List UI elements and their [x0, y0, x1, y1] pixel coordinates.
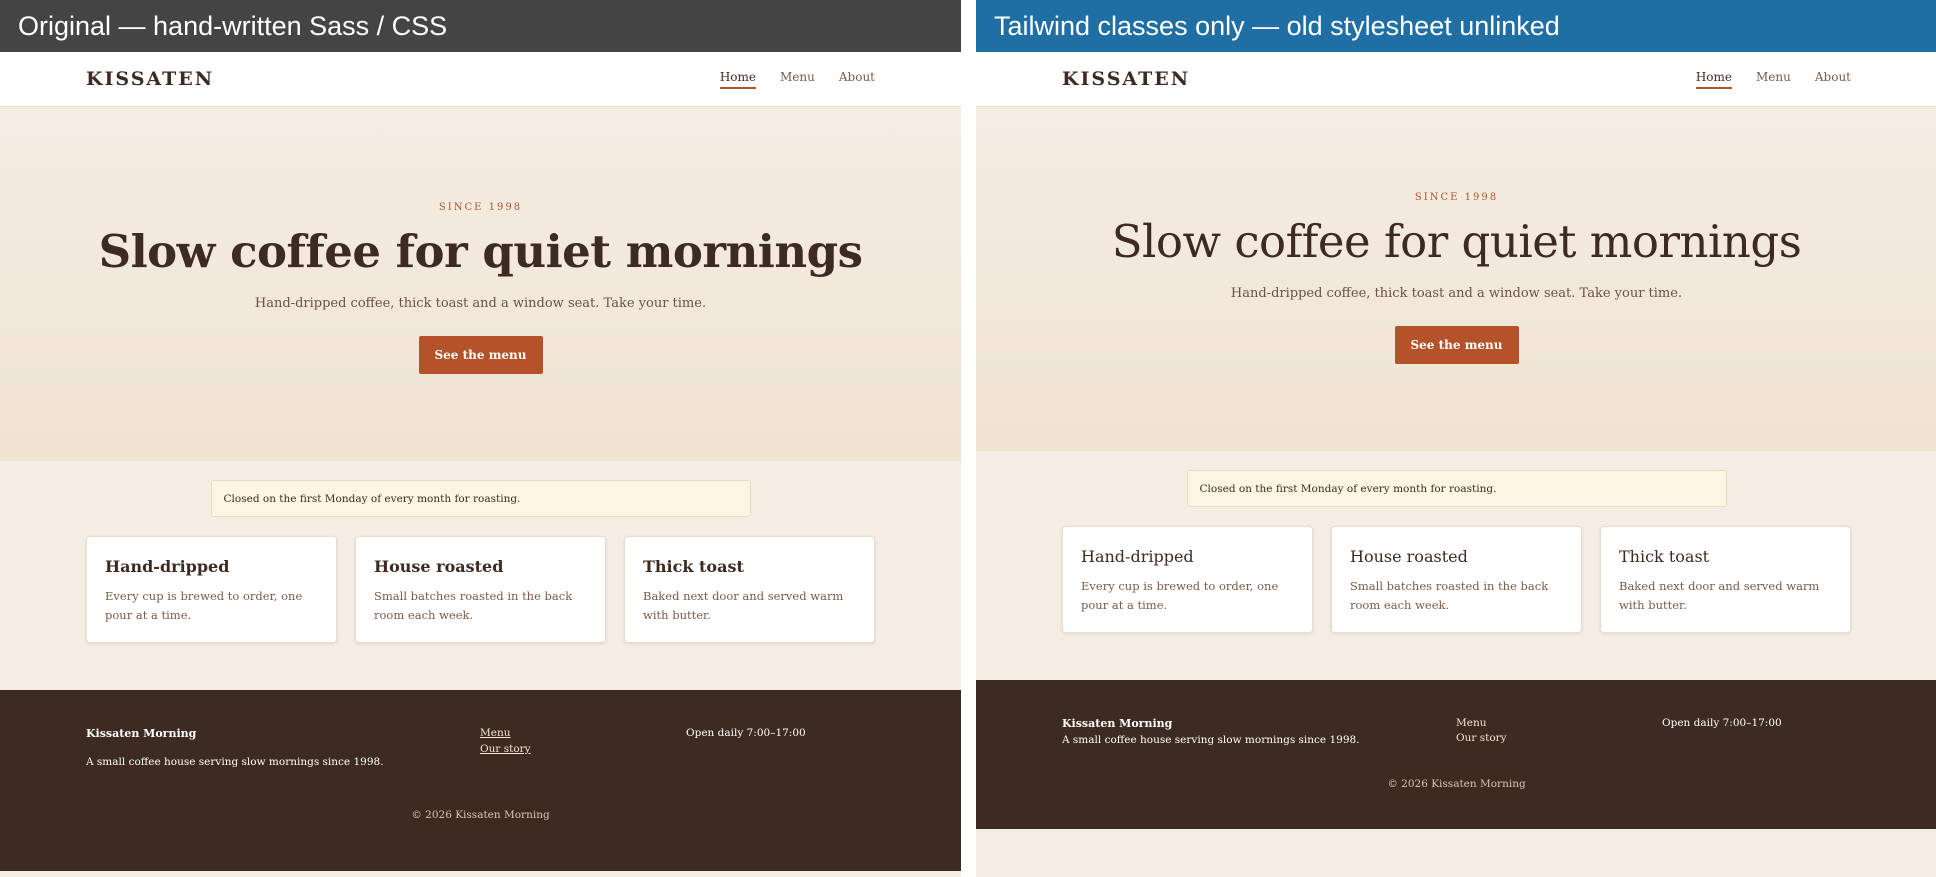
- site-nav: KISSATEN Home Menu About: [0, 52, 961, 107]
- footer-brand: Kissaten Morning: [1062, 717, 1173, 730]
- footer-links: Menu Our story: [480, 727, 531, 755]
- hero-eyebrow: SINCE 1998: [438, 202, 523, 213]
- nav-link-about[interactable]: About: [839, 70, 875, 89]
- footer-copyright: © 2026 Kissaten Morning: [1387, 778, 1526, 790]
- footer-link-menu[interactable]: Menu: [480, 727, 531, 739]
- tailwind-pane: Tailwind classes only — old stylesheet u…: [976, 0, 1936, 877]
- site-logo[interactable]: KISSATEN: [86, 68, 214, 90]
- card-title: House roasted: [1350, 547, 1468, 566]
- nav-link-about[interactable]: About: [1815, 70, 1851, 89]
- footer-description: A small coffee house serving slow mornin…: [1062, 734, 1360, 746]
- site-logo[interactable]: KISSATEN: [1062, 68, 1190, 90]
- nav-link-menu[interactable]: Menu: [780, 70, 815, 89]
- footer-links: Menu Our story: [1456, 717, 1507, 744]
- footer-link-our-story[interactable]: Our story: [480, 743, 531, 755]
- site-nav: KISSATEN Home Menu About: [976, 52, 1936, 107]
- site-footer: Kissaten Morning A small coffee house se…: [976, 680, 1936, 829]
- footer-copyright: © 2026 Kissaten Morning: [411, 809, 550, 821]
- feature-cards: Hand-dripped Every cup is brewed to orde…: [0, 517, 961, 643]
- nav-link-home[interactable]: Home: [1695, 70, 1733, 89]
- closing-notice: Closed on the first Monday of every mont…: [1186, 470, 1727, 507]
- feature-cards: Hand-dripped Every cup is brewed to orde…: [976, 507, 1936, 633]
- hero-eyebrow: SINCE 1998: [1414, 192, 1499, 203]
- footer-hours: Open daily 7:00–17:00: [686, 727, 806, 739]
- notice-wrap: Closed on the first Monday of every mont…: [0, 461, 961, 517]
- feature-card: House roasted Small batches roasted in t…: [355, 536, 606, 643]
- site-footer: Kissaten Morning A small coffee house se…: [0, 690, 961, 871]
- footer-brand: Kissaten Morning: [86, 727, 197, 740]
- feature-card: Thick toast Baked next door and served w…: [624, 536, 875, 643]
- pane-header: Original — hand-written Sass / CSS: [0, 0, 961, 52]
- card-text: Small batches roasted in the back room e…: [374, 589, 573, 622]
- see-menu-button[interactable]: See the menu: [1394, 326, 1519, 364]
- card-title: Thick toast: [1619, 547, 1710, 566]
- card-title: Hand-dripped: [105, 557, 230, 576]
- card-text: Every cup is brewed to order, one pour a…: [105, 589, 303, 622]
- nav-link-home[interactable]: Home: [719, 70, 757, 89]
- see-menu-button[interactable]: See the menu: [418, 336, 543, 374]
- feature-card: Hand-dripped Every cup is brewed to orde…: [1062, 526, 1313, 633]
- closing-notice: Closed on the first Monday of every mont…: [210, 480, 751, 517]
- notice-wrap: Closed on the first Monday of every mont…: [976, 451, 1936, 507]
- hero: SINCE 1998 Slow coffee for quiet morning…: [976, 107, 1936, 451]
- feature-card: Hand-dripped Every cup is brewed to orde…: [86, 536, 337, 643]
- nav-links: Home Menu About: [1695, 70, 1851, 89]
- hero-subtitle: Hand-dripped coffee, thick toast and a w…: [1230, 286, 1683, 301]
- original-pane: Original — hand-written Sass / CSS KISSA…: [0, 0, 961, 877]
- card-text: Small batches roasted in the back room e…: [1350, 579, 1549, 612]
- hero-title: Slow coffee for quiet mornings: [98, 225, 863, 278]
- hero-subtitle: Hand-dripped coffee, thick toast and a w…: [254, 296, 707, 311]
- footer-link-our-story[interactable]: Our story: [1456, 732, 1507, 744]
- card-title: House roasted: [374, 557, 504, 576]
- footer-hours: Open daily 7:00–17:00: [1662, 717, 1782, 729]
- footer-description: A small coffee house serving slow mornin…: [86, 756, 384, 768]
- hero-title: Slow coffee for quiet mornings: [1111, 215, 1802, 268]
- pane-header: Tailwind classes only — old stylesheet u…: [976, 0, 1936, 52]
- card-title: Thick toast: [643, 557, 744, 576]
- card-text: Every cup is brewed to order, one pour a…: [1081, 579, 1279, 612]
- footer-link-menu[interactable]: Menu: [1456, 717, 1507, 729]
- hero: SINCE 1998 Slow coffee for quiet morning…: [0, 107, 961, 461]
- nav-link-menu[interactable]: Menu: [1756, 70, 1791, 89]
- feature-card: House roasted Small batches roasted in t…: [1331, 526, 1582, 633]
- nav-links: Home Menu About: [719, 70, 875, 89]
- feature-card: Thick toast Baked next door and served w…: [1600, 526, 1851, 633]
- card-text: Baked next door and served warm with but…: [1619, 579, 1820, 612]
- card-text: Baked next door and served warm with but…: [643, 589, 844, 622]
- card-title: Hand-dripped: [1081, 547, 1194, 566]
